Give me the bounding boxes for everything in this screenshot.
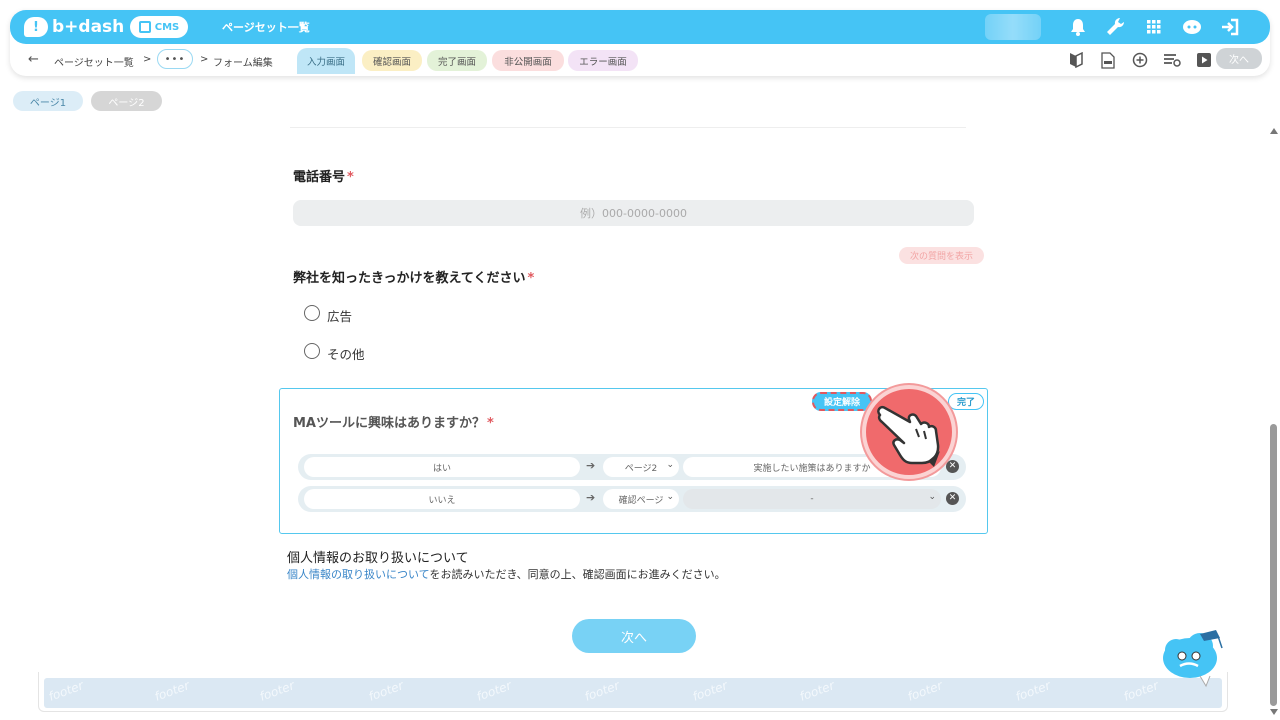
footer-area[interactable]: footer footer footer footer footer foote… (44, 678, 1222, 708)
remove-branch-icon[interactable]: ✕ (946, 492, 959, 505)
phone-input[interactable]: 例）000-0000-0000 (293, 200, 974, 226)
breadcrumb-form-edit: フォーム編集 (213, 58, 273, 69)
breadcrumb-separator: > (143, 54, 152, 65)
wrench-icon[interactable] (1104, 16, 1128, 38)
footer-watermark: footer (366, 678, 406, 704)
footer-watermark: footer (690, 678, 730, 704)
play-icon[interactable] (1194, 50, 1214, 70)
tab-confirm-screen[interactable]: 確認画面 (362, 50, 422, 71)
user-info-blurred[interactable] (985, 14, 1041, 40)
header-title: ページセット一覧 (222, 21, 310, 34)
scroll-down-arrow-icon[interactable] (1270, 709, 1278, 715)
branch-page-select[interactable]: 確認ページ ⌄ (603, 489, 679, 509)
chevron-down-icon: ⌄ (666, 460, 674, 470)
footer-watermark: footer (1121, 678, 1161, 704)
footer-watermark: footer (152, 678, 192, 704)
required-mark: * (347, 170, 354, 185)
cms-label: CMS (154, 21, 180, 33)
branch-answer: いいえ (304, 489, 580, 509)
logo-text: b+dash (52, 17, 125, 37)
nav-row: ← ページセット一覧 > ••• > フォーム編集 入力画面 確認画面 完了画面… (10, 48, 1270, 74)
edit-icon (138, 21, 151, 33)
mascot-cloud-icon[interactable] (1160, 628, 1226, 688)
footer-watermark: footer (257, 678, 297, 704)
header-icons (1066, 16, 1242, 38)
breadcrumb-more-button[interactable]: ••• (157, 49, 193, 69)
tab-complete-screen[interactable]: 完了画面 (427, 50, 487, 71)
tab-error-screen[interactable]: エラー画面 (568, 50, 638, 71)
support-cloud-icon[interactable] (1180, 16, 1204, 38)
unset-setting-button[interactable]: 設定解除 (812, 392, 872, 411)
section-divider (290, 127, 966, 128)
scroll-up-arrow-icon[interactable] (1270, 128, 1278, 134)
privacy-text: 個人情報の取り扱いについてをお読みいただき、同意の上、確認画面にお進みください。 (287, 568, 726, 581)
html-file-icon[interactable] (1098, 50, 1118, 70)
header-blue-bar: ! b+dash CMS ページセット一覧 (10, 10, 1270, 44)
form-next-button[interactable]: 次へ (572, 619, 696, 653)
footer-watermark: footer (797, 678, 837, 704)
privacy-title: 個人情報のお取り扱いについて (287, 551, 469, 566)
footer-watermark: footer (46, 678, 86, 704)
bdash-logo[interactable]: ! b+dash (24, 15, 124, 39)
done-button[interactable]: 完了 (948, 393, 984, 410)
branch-row: いいえ ➔ 確認ページ ⌄ - ⌄ ✕ (298, 486, 966, 512)
beginner-mark-icon[interactable] (1066, 50, 1086, 70)
arrow-right-icon: ➔ (586, 491, 596, 504)
footer-watermark: footer (905, 678, 945, 704)
apps-grid-icon[interactable] (1142, 16, 1166, 38)
breadcrumb-separator: > (200, 54, 209, 65)
radio-label-ad: 広告 (327, 309, 353, 324)
footer-watermark: footer (582, 678, 622, 704)
logo-bubble-icon: ! (24, 17, 48, 37)
radio-label-other: その他 (327, 347, 365, 362)
footer-watermark: footer (1013, 678, 1053, 704)
tab-private-screen[interactable]: 非公開画面 (492, 50, 564, 71)
toolbar-next-button[interactable]: 次へ (1216, 48, 1262, 69)
top-header: ! b+dash CMS ページセット一覧 ← ページセット一覧 > ••• >… (10, 10, 1270, 76)
cms-badge[interactable]: CMS (130, 16, 188, 38)
branch-next-question-select[interactable]: - ⌄ (683, 489, 941, 509)
arrow-right-icon: ➔ (586, 459, 596, 472)
footer-watermark: footer (474, 678, 514, 704)
page-tab-1[interactable]: ページ1 (13, 91, 83, 111)
required-mark: * (527, 271, 535, 286)
branch-answer: はい (304, 457, 580, 477)
branch-page-select[interactable]: ページ2 ⌄ (603, 457, 679, 477)
radio-other[interactable] (304, 343, 320, 359)
chevron-down-icon: ⌄ (666, 492, 674, 502)
add-circle-icon[interactable] (1130, 50, 1150, 70)
chevron-down-icon: ⌄ (928, 492, 936, 502)
bell-icon[interactable] (1066, 16, 1090, 38)
privacy-link[interactable]: 個人情報の取り扱いについて (287, 568, 429, 581)
source-question-label: 弊社を知ったきっかけを教えてください * (293, 271, 535, 286)
tab-input-screen[interactable]: 入力画面 (297, 48, 355, 74)
list-settings-icon[interactable] (1162, 50, 1182, 70)
logout-icon[interactable] (1218, 16, 1242, 38)
back-arrow-icon[interactable]: ← (28, 52, 39, 67)
phone-label: 電話番号 * (293, 170, 354, 185)
required-mark: * (487, 416, 494, 431)
page-tab-2[interactable]: ページ2 (91, 91, 162, 111)
radio-ad[interactable] (304, 305, 320, 321)
pointing-hand-icon (862, 385, 956, 479)
ma-question-label: MAツールに興味はありますか？ * (293, 416, 494, 431)
right-toolbar (1066, 50, 1214, 70)
show-next-question-button[interactable]: 次の質問を表示 (899, 247, 984, 264)
breadcrumb-page-set-list[interactable]: ページセット一覧 (54, 54, 134, 69)
scrollbar-thumb[interactable] (1270, 424, 1277, 706)
